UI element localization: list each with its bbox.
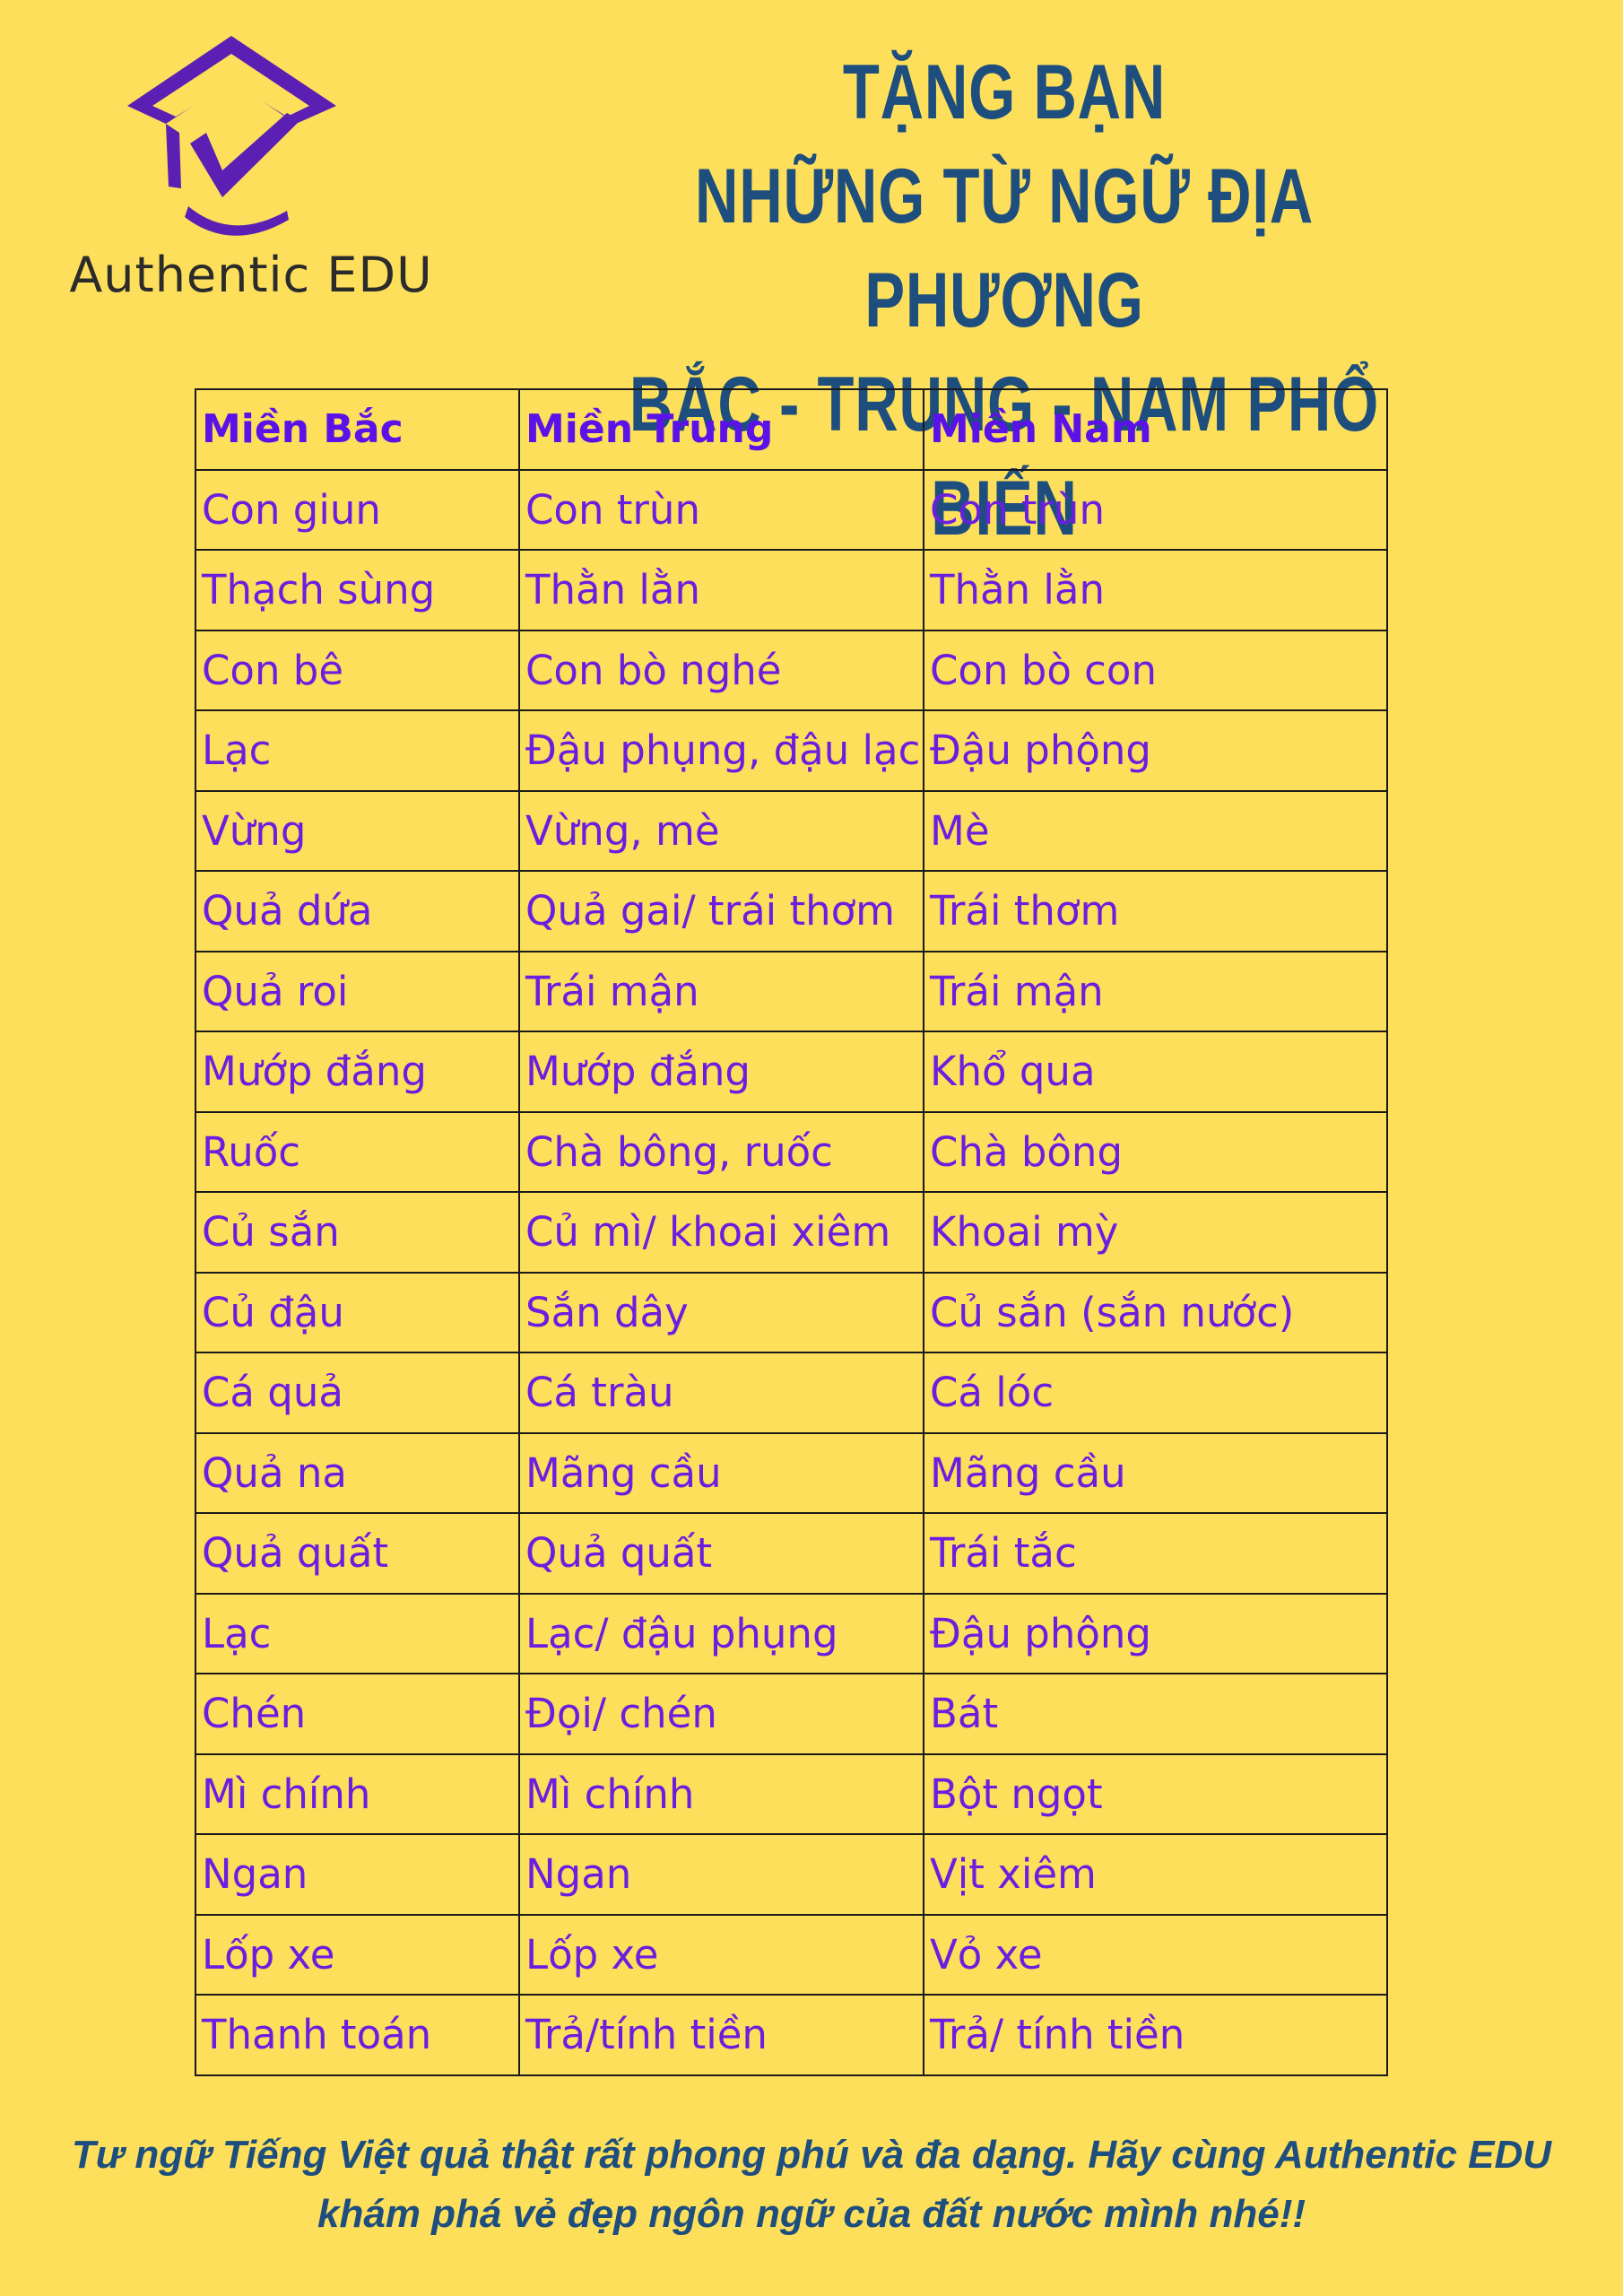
header-south: Miền Nam [923,388,1388,471]
cell-north: Thạch sùng [195,549,520,631]
title-line-2: NHỮNG TỪ NGỮ ĐỊA PHƯƠNG [695,153,1314,344]
table-row: Mướp đắng Mướp đắng Khổ qua [195,1031,1388,1113]
table-row: Thanh toán Trả/tính tiền Trả/ tính tiền [195,1994,1388,2076]
cell-central: Mướp đắng [518,1031,924,1113]
table-row: Quả dứa Quả gai/ trái thơm Trái thơm [195,870,1388,952]
cell-north: Quả na [195,1431,520,1514]
cell-south: Trái mận [923,950,1388,1032]
cell-south: Khổ qua [923,1031,1388,1113]
cell-south: Thằn lằn [923,549,1388,631]
cell-south: Khoai mỳ [923,1191,1388,1274]
cell-south: Chà bông [923,1110,1388,1193]
cell-south: Trả/ tính tiền [923,1994,1388,2076]
table-row: Chén Đọi/ chén Bát [195,1673,1388,1755]
table-row: Ngan Ngan Vịt xiêm [195,1833,1388,1916]
table-row: Con bê Con bò nghé Con bò con [195,629,1388,711]
cell-central: Vừng, mè [518,789,924,872]
table-row: Quả na Mãng cầu Mãng cầu [195,1431,1388,1514]
cell-central: Ngan [518,1833,924,1916]
cell-north: Mướp đắng [195,1031,520,1113]
footer-line-2: khám phá vẻ đẹp ngôn ngữ của đất nước mì… [317,2192,1306,2236]
graduation-cap-check-icon [127,36,336,236]
cell-north: Ngan [195,1833,520,1916]
table-row: Mì chính Mì chính Bột ngọt [195,1752,1388,1835]
cell-north: Quả quất [195,1512,520,1595]
cell-north: Củ sắn [195,1191,520,1274]
cell-south: Con trùn [923,468,1388,551]
cell-central: Mãng cầu [518,1431,924,1514]
cell-central: Con bò nghé [518,629,924,711]
cell-north: Vừng [195,789,520,872]
authentic-edu-logo: Authentic EDU [54,27,432,314]
cell-central: Củ mì/ khoai xiêm [518,1191,924,1274]
cell-south: Cá lóc [923,1352,1388,1434]
cell-north: Quả dứa [195,870,520,952]
cell-central: Quả quất [518,1512,924,1595]
cell-central: Mì chính [518,1752,924,1835]
cell-south: Bát [923,1673,1388,1755]
cell-north: Thanh toán [195,1994,520,2076]
cell-central: Thằn lằn [518,549,924,631]
table-row: Vừng Vừng, mè Mè [195,789,1388,872]
cell-central: Đọi/ chén [518,1673,924,1755]
footer-line-1: Tư ngữ Tiếng Việt quả thật rất phong phú… [71,2133,1552,2177]
cell-south: Đậu phộng [923,1592,1388,1674]
cell-south: Vỏ xe [923,1913,1388,1996]
cell-central: Lạc/ đậu phụng [518,1592,924,1674]
cell-central: Sắn dây [518,1271,924,1353]
cell-south: Bột ngọt [923,1752,1388,1835]
cell-central: Đậu phụng, đậu lạc [518,709,924,792]
table-row: Củ đậu Sắn dây Củ sắn (sắn nước) [195,1271,1388,1353]
cell-south: Con bò con [923,629,1388,711]
table-row: Quả roi Trái mận Trái mận [195,950,1388,1032]
table-header-row: Miền Bắc Miền Trung Miền Nam [195,388,1388,471]
cell-central: Trái mận [518,950,924,1032]
cell-south: Mè [923,789,1388,872]
cell-central: Chà bông, ruốc [518,1110,924,1193]
cell-north: Chén [195,1673,520,1755]
cell-south: Củ sắn (sắn nước) [923,1271,1388,1353]
cell-north: Con bê [195,629,520,711]
table-row: Lạc Đậu phụng, đậu lạc Đậu phộng [195,709,1388,792]
table-row: Thạch sùng Thằn lằn Thằn lằn [195,549,1388,631]
cell-south: Mãng cầu [923,1431,1388,1514]
table-row: Cá quả Cá tràu Cá lóc [195,1352,1388,1434]
cell-south: Trái tắc [923,1512,1388,1595]
cell-north: Cá quả [195,1352,520,1434]
title-line-1: TẶNG BẠN [842,49,1167,135]
cell-north: Con giun [195,468,520,551]
footer-message: Tư ngữ Tiếng Việt quả thật rất phong phú… [0,2126,1623,2244]
table-row: Lạc Lạc/ đậu phụng Đậu phộng [195,1592,1388,1674]
cell-north: Ruốc [195,1110,520,1193]
cell-south: Vịt xiêm [923,1833,1388,1916]
header-central: Miền Trung [518,388,924,471]
cell-central: Cá tràu [518,1352,924,1434]
cell-north: Lốp xe [195,1913,520,1996]
header-north: Miền Bắc [195,388,520,471]
dialect-table: Miền Bắc Miền Trung Miền Nam Con giun Con… [195,388,1388,2076]
cell-central: Con trùn [518,468,924,551]
logo-text: Authentic EDU [69,247,433,303]
cell-north: Củ đậu [195,1271,520,1353]
table-row: Củ sắn Củ mì/ khoai xiêm Khoai mỳ [195,1191,1388,1274]
cell-south: Đậu phộng [923,709,1388,792]
cell-north: Lạc [195,709,520,792]
table-row: Lốp xe Lốp xe Vỏ xe [195,1913,1388,1996]
table-row: Ruốc Chà bông, ruốc Chà bông [195,1110,1388,1193]
table-row: Con giun Con trùn Con trùn [195,468,1388,551]
cell-north: Quả roi [195,950,520,1032]
table-row: Quả quất Quả quất Trái tắc [195,1512,1388,1595]
cell-central: Lốp xe [518,1913,924,1996]
cell-central: Quả gai/ trái thơm [518,870,924,952]
cell-central: Trả/tính tiền [518,1994,924,2076]
cell-north: Lạc [195,1592,520,1674]
cell-north: Mì chính [195,1752,520,1835]
cell-south: Trái thơm [923,870,1388,952]
